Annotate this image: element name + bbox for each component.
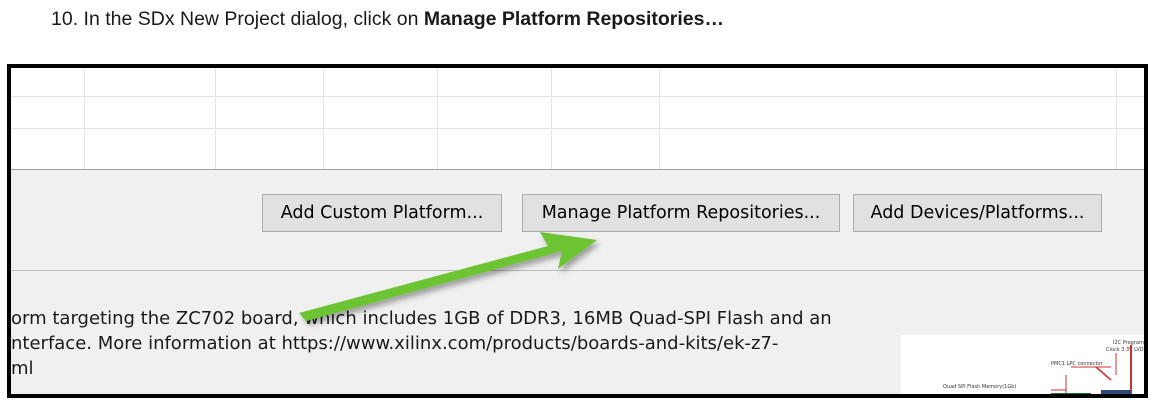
description-line-3: ml <box>11 358 34 379</box>
table-column-divider <box>1116 68 1117 169</box>
instruction-step-text: 10. In the SDx New Project dialog, click… <box>51 8 724 31</box>
dialog-screenshot-frame: Add Custom Platform... Manage Platform R… <box>7 64 1148 398</box>
table-column-divider <box>659 68 660 169</box>
table-column-divider <box>84 68 85 169</box>
table-column-divider <box>551 68 552 169</box>
table-row-divider <box>11 96 1144 97</box>
description-line-2: nterface. More information at https://ww… <box>11 333 779 354</box>
table-row-divider <box>11 128 1144 129</box>
instruction-prefix: 10. In the SDx New Project dialog, click… <box>51 8 424 30</box>
table-column-divider <box>323 68 324 169</box>
platform-description-panel: orm targeting the ZC702 board, which inc… <box>11 271 901 394</box>
add-custom-platform-button[interactable]: Add Custom Platform... <box>262 194 502 232</box>
manage-platform-repositories-button[interactable]: Manage Platform Repositories... <box>522 194 840 232</box>
instruction-emphasis: Manage Platform Repositories… <box>423 8 724 30</box>
zc702-board-image: I2C Program Clock 3.3V LVDS PMC1 LPC con… <box>901 335 1144 394</box>
description-line-1: orm targeting the ZC702 board, which inc… <box>11 308 832 329</box>
board-diagram-lines <box>1051 345 1132 394</box>
table-column-divider <box>437 68 438 169</box>
add-devices-platforms-button[interactable]: Add Devices/Platforms... <box>853 194 1102 232</box>
platform-table <box>11 68 1144 170</box>
table-column-divider <box>215 68 216 169</box>
